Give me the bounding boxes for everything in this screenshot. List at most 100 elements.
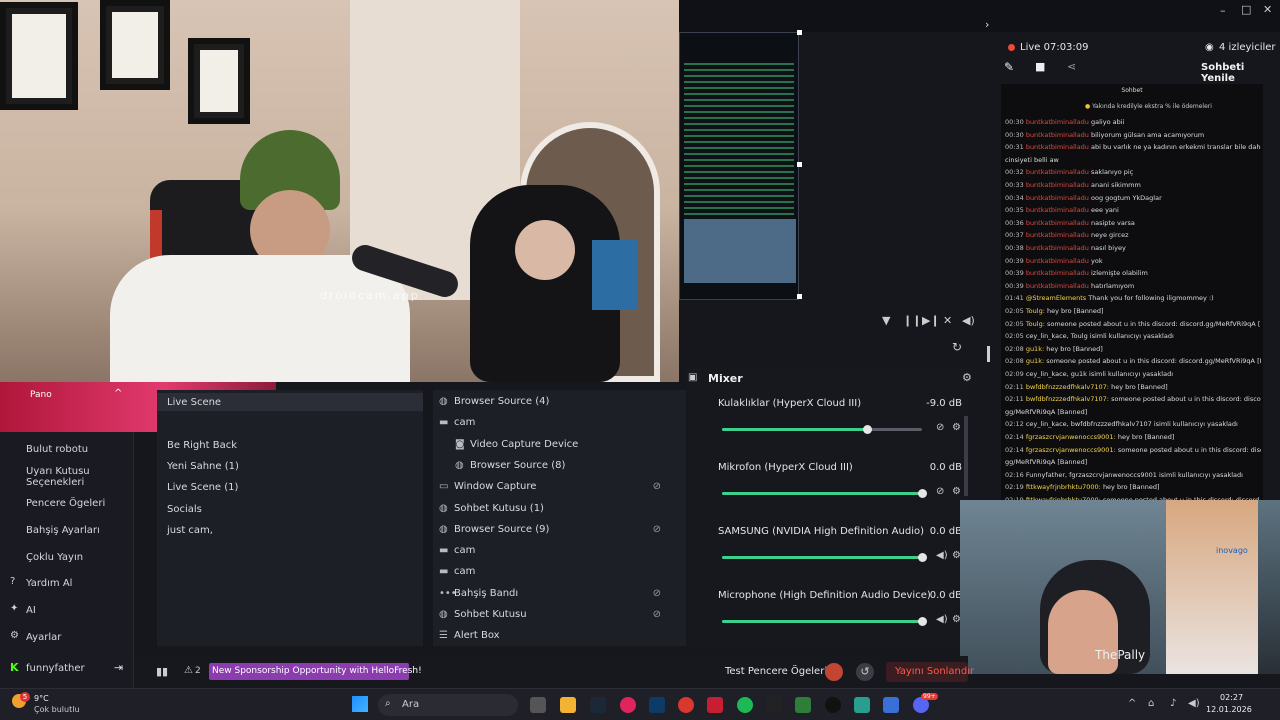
stats-icon[interactable]: ▮▮ [156, 665, 168, 678]
taskbar-search[interactable] [378, 694, 518, 716]
chat-username[interactable]: buntkatbiminalladu [1026, 282, 1089, 290]
task-view-icon[interactable] [530, 697, 546, 713]
windows-start-icon[interactable] [352, 696, 368, 712]
close-button[interactable]: ✕ [1263, 3, 1272, 16]
chat-username[interactable]: buntkatbiminalladu [1026, 257, 1089, 265]
source-item[interactable]: Sohbet Kutusu (1) [454, 503, 544, 514]
volume-icon[interactable]: ◀) [962, 314, 975, 327]
chat-username[interactable]: gu1k: [1026, 345, 1044, 353]
sponsorship-text[interactable]: New Sponsorship Opportunity with HelloFr… [212, 666, 422, 676]
chat-username[interactable]: gu1k: [1026, 357, 1044, 365]
volume-slider[interactable] [722, 489, 927, 498]
scene-item[interactable]: Live Scene [167, 397, 221, 408]
source-item[interactable]: cam [454, 545, 475, 556]
nav-widgets[interactable]: Pencere Ögeleri [26, 498, 105, 509]
source-item[interactable]: cam [454, 417, 475, 428]
chat-username[interactable]: buntkatbiminalladu [1026, 206, 1089, 214]
video-icon[interactable]: ■ [1035, 60, 1045, 73]
source-item[interactable]: Bahşiş Bandı [454, 588, 518, 599]
app-blue-icon[interactable] [883, 697, 899, 713]
filter-icon[interactable]: ▼ [882, 314, 890, 327]
chat-username[interactable]: buntkatbiminalladu [1026, 244, 1089, 252]
refresh-icon[interactable]: ↻ [952, 340, 962, 354]
streamlabs-icon[interactable] [795, 697, 811, 713]
source-item[interactable]: Video Capture Device [470, 439, 578, 450]
chat-username[interactable]: buntkatbiminalladu [1026, 181, 1089, 189]
alert-icon[interactable]: ⚠ [184, 665, 193, 676]
chat-panel[interactable]: Sohbet ● Yakında kredilyle ekstra % ile … [1001, 84, 1263, 500]
chat-username[interactable]: buntkatbiminalladu [1026, 118, 1089, 126]
photoshop-icon[interactable] [649, 697, 665, 713]
nav-tip-settings[interactable]: Bahşiş Ayarları [26, 525, 100, 536]
speaker-icon[interactable]: ◀) [936, 614, 948, 625]
source-item[interactable]: Sohbet Kutusu [454, 609, 527, 620]
chat-username[interactable]: fgrzaszcrvjanwenoccs9001: [1026, 446, 1116, 454]
replay-icon[interactable]: ↺ [856, 663, 874, 681]
app-teal-icon[interactable] [854, 697, 870, 713]
end-stream-button[interactable]: Yayını Sonlandır [895, 666, 974, 677]
chat-username[interactable]: buntkatbiminalladu [1026, 194, 1089, 202]
refresh-chat-button[interactable]: Sohbeti Yenile [1201, 62, 1280, 84]
nav-cloud-bot[interactable]: Bulut robotu [26, 444, 88, 455]
mic-tray-icon[interactable]: ♪ [1170, 698, 1176, 709]
nav-ai[interactable]: AI [26, 605, 36, 616]
speaker-icon[interactable]: ◀) [1188, 698, 1200, 709]
maximize-button[interactable]: □ [1241, 3, 1251, 16]
mute-icon[interactable]: ⊘ [936, 422, 944, 433]
source-item[interactable]: Browser Source (8) [470, 460, 565, 471]
test-widgets-button[interactable]: Test Pencere Ögeleri [725, 666, 827, 677]
chat-username[interactable]: fttkwayfrjnbrhktu7000: [1026, 483, 1101, 491]
chat-username[interactable]: bwfdbfnzzzedfhkalv7107: [1026, 383, 1109, 391]
chat-username[interactable]: bwfdbfnzzzedfhkalv7107: [1026, 395, 1109, 403]
volume-knob[interactable] [918, 489, 927, 498]
scene-item[interactable]: Socials [167, 504, 202, 515]
record-button[interactable] [825, 663, 843, 681]
chat-username[interactable]: Toulg: [1026, 307, 1045, 315]
spotify-icon[interactable] [737, 697, 753, 713]
chat-username[interactable]: buntkatbiminalladu [1026, 143, 1089, 151]
minimize-button[interactable]: – [1220, 4, 1226, 17]
resize-handle[interactable] [797, 30, 802, 35]
visibility-off-icon[interactable]: ⊘ [653, 481, 661, 492]
source-item[interactable]: Alert Box [454, 630, 500, 641]
visibility-off-icon[interactable]: ⊘ [653, 588, 661, 599]
volume-knob[interactable] [918, 553, 927, 562]
resize-handle[interactable] [797, 162, 802, 167]
screen-capture-preview[interactable] [679, 32, 799, 300]
speaker-icon[interactable]: ◀) [936, 550, 948, 561]
mixer-settings-icon[interactable]: ⚙ [962, 371, 972, 384]
epic-games-icon[interactable] [766, 697, 782, 713]
chat-username[interactable]: buntkatbiminalladu [1026, 269, 1089, 277]
scene-item[interactable]: Live Scene (1) [167, 482, 238, 493]
chat-username[interactable]: Toulg: [1026, 320, 1045, 328]
mute-icon[interactable]: ⊘ [936, 486, 944, 497]
next-icon[interactable]: ▶❙ [922, 314, 940, 327]
opera-icon[interactable] [620, 697, 636, 713]
volume-slider[interactable] [722, 553, 927, 562]
channel-settings-icon[interactable]: ⚙ [952, 486, 961, 497]
chat-username[interactable]: @StreamElements [1026, 294, 1086, 302]
tray-chevron-icon[interactable]: ^ [1128, 698, 1136, 709]
source-item[interactable]: Window Capture [454, 481, 536, 492]
source-item[interactable]: Browser Source (9) [454, 524, 549, 535]
volume-knob[interactable] [863, 425, 873, 434]
chat-username[interactable]: buntkatbiminalladu [1026, 131, 1089, 139]
share-icon[interactable]: ⋖ [1067, 60, 1076, 73]
nav-alert-box-settings[interactable]: Uyarı Kutusu Seçenekleri [26, 466, 126, 488]
steam-icon[interactable] [590, 697, 606, 713]
resize-handle[interactable] [797, 294, 802, 299]
chevron-up-icon[interactable]: ^ [114, 388, 122, 399]
edit-icon[interactable]: ✎ [1004, 60, 1014, 74]
chevron-right-icon[interactable]: › [985, 18, 989, 31]
pause-icon[interactable]: ❙❙ [903, 314, 921, 327]
obs-icon[interactable] [825, 697, 841, 713]
scene-item[interactable]: Be Right Back [167, 440, 237, 451]
chat-username[interactable]: buntkatbiminalladu [1026, 168, 1089, 176]
scene-item[interactable]: Yeni Sahne (1) [167, 461, 239, 472]
chat-scrollbar[interactable] [987, 346, 990, 362]
nav-settings[interactable]: Ayarlar [26, 632, 61, 643]
visibility-off-icon[interactable]: ⊘ [653, 524, 661, 535]
nav-help[interactable]: Yardım Al [26, 578, 72, 589]
volume-knob[interactable] [918, 617, 927, 626]
search-input[interactable]: Ara [402, 699, 419, 710]
